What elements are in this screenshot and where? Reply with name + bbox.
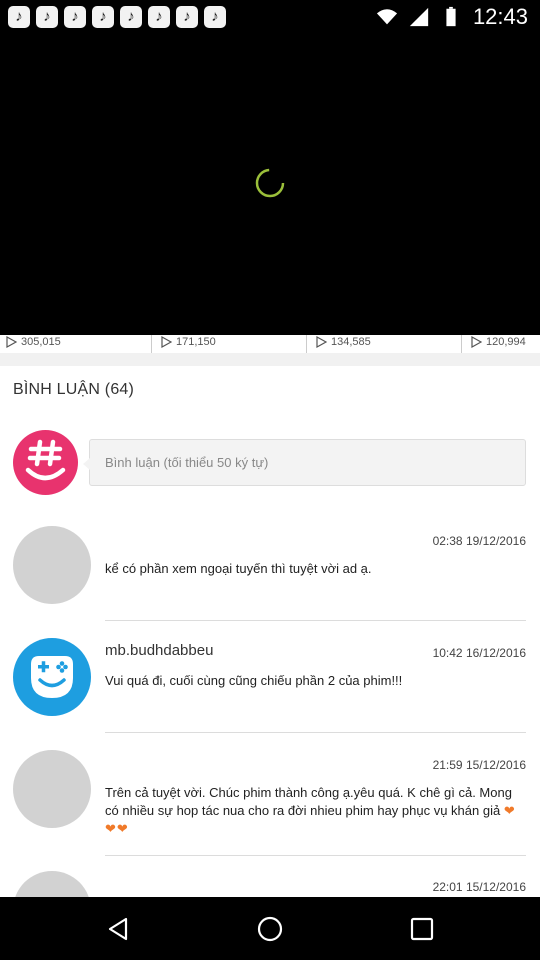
comment-timestamp: 02:38 19/12/2016 — [432, 534, 526, 548]
comments-title: BÌNH LUẬN (64) — [13, 381, 135, 398]
music-note-icon: ♪ — [92, 6, 114, 28]
wifi-icon — [376, 9, 398, 25]
comment-divider — [105, 732, 526, 733]
related-video-item[interactable]: 171,150 — [155, 335, 307, 353]
loading-spinner-icon — [255, 168, 285, 198]
system-icons — [376, 6, 462, 28]
video-player[interactable] — [0, 34, 540, 335]
clock: 12:43 — [472, 4, 528, 29]
music-note-icon: ♪ — [120, 6, 142, 28]
comment-timestamp: 22:01 15/12/2016 — [432, 880, 526, 894]
play-icon — [6, 336, 17, 348]
signal-icon — [409, 7, 429, 27]
commenter-avatar[interactable] — [13, 638, 91, 716]
related-videos-strip: 305,015 171,150 134,585 120,994 — [0, 335, 540, 353]
music-note-icon: ♪ — [176, 6, 198, 28]
back-icon[interactable] — [104, 915, 132, 943]
play-icon — [316, 336, 327, 348]
music-note-icon: ♪ — [36, 6, 58, 28]
status-bar: ♪ ♪ ♪ ♪ ♪ ♪ ♪ ♪ 12:43 — [0, 0, 540, 34]
view-count: 134,585 — [331, 336, 371, 348]
comment-divider — [105, 855, 526, 856]
comment-timestamp: 10:42 16/12/2016 — [432, 646, 526, 660]
comment-input[interactable]: Bình luận (tối thiểu 50 ký tự) — [83, 439, 526, 486]
play-icon — [161, 336, 172, 348]
home-icon[interactable] — [256, 915, 284, 943]
comment-text-block: Trên cả tuyệt vời. Chúc phim thành công … — [105, 784, 527, 838]
music-note-icon: ♪ — [148, 6, 170, 28]
hashtag-icon — [25, 439, 66, 481]
view-count: 120,994 — [486, 336, 526, 348]
battery-icon — [446, 6, 456, 27]
navigation-bar — [0, 897, 540, 960]
recent-apps-icon[interactable] — [408, 915, 436, 943]
related-video-item[interactable]: 305,015 — [0, 335, 152, 353]
music-note-icon: ♪ — [64, 6, 86, 28]
view-count: 305,015 — [21, 336, 61, 348]
commenter-avatar[interactable] — [13, 750, 91, 828]
related-video-item[interactable]: 120,994 — [465, 335, 540, 353]
comment-text: Trên cả tuyệt vời. Chúc phim thành công … — [105, 785, 512, 818]
comment-text: kể có phần xem ngoại tuyến thì tuyệt vời… — [105, 561, 372, 576]
commenter-avatar[interactable] — [13, 526, 91, 604]
section-divider — [0, 353, 540, 366]
comment-timestamp: 21:59 15/12/2016 — [432, 758, 526, 772]
gamepad-face-icon — [31, 656, 73, 698]
related-video-item[interactable]: 134,585 — [310, 335, 462, 353]
play-icon — [471, 336, 482, 348]
comment-text: Vui quá đi, cuối cùng cũng chiếu phần 2 … — [105, 673, 403, 688]
comment-username[interactable]: mb.budhdabbeu — [105, 642, 213, 659]
view-count: 171,150 — [176, 336, 216, 348]
music-note-icon: ♪ — [204, 6, 226, 28]
comment-divider — [105, 620, 526, 621]
music-note-icon: ♪ — [8, 6, 30, 28]
notification-icons: ♪ ♪ ♪ ♪ ♪ ♪ ♪ ♪ — [8, 6, 226, 28]
current-user-avatar — [13, 430, 78, 495]
